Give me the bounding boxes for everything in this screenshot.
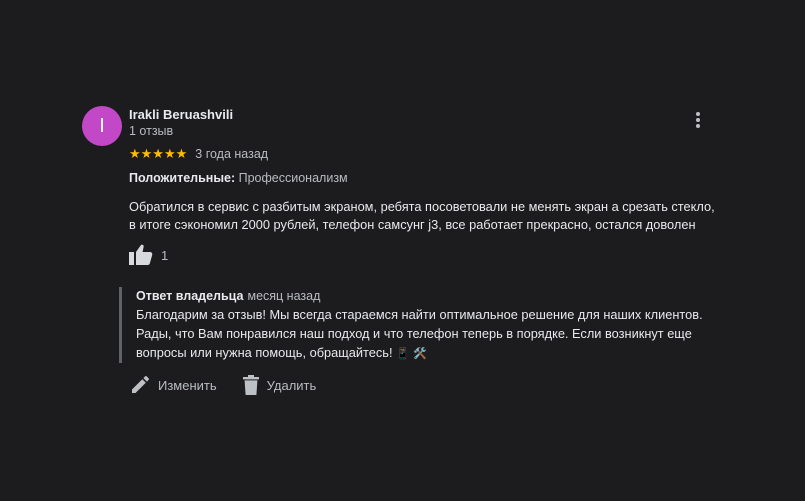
like-count: 1	[161, 247, 169, 263]
edit-label: Изменить	[158, 377, 217, 393]
author-review-count: 1 отзыв	[129, 124, 174, 138]
positive-label: Положительные:	[129, 171, 236, 185]
owner-reply-text: Благодарим за отзыв! Мы всегда стараемся…	[136, 305, 746, 363]
review-text-line: в итоге сэкономил 2000 рублей, телефон с…	[129, 217, 696, 232]
owner-reply-line: Рады, что Вам понравился наш подход и чт…	[136, 326, 692, 341]
trash-icon	[242, 375, 259, 395]
like-button[interactable]: 1	[129, 244, 168, 266]
thumbs-up-icon	[129, 244, 153, 265]
review-time: 3 года назад	[195, 147, 269, 161]
owner-reply-line: Благодарим за отзыв! Мы всегда стараемся…	[136, 307, 703, 322]
pencil-icon	[132, 376, 149, 393]
positive-aspects: Положительные: Профессионализм	[129, 171, 348, 185]
more-options-icon[interactable]	[690, 112, 706, 132]
owner-reply-label: Ответ владельца	[136, 289, 244, 303]
star-rating: ★★★★★	[129, 146, 188, 161]
owner-actions: Изменить Удалить	[130, 375, 342, 395]
positive-value: Профессионализм	[238, 171, 348, 185]
owner-reply-line: вопросы или нужна помощь, обращайтесь! 📱…	[136, 345, 427, 360]
owner-reply: Ответ владельца месяц назад Благодарим за…	[119, 287, 746, 363]
review-text-line: Обратился в сервис с разбитым экраном, р…	[129, 199, 715, 214]
edit-button[interactable]: Изменить	[130, 375, 217, 395]
owner-reply-time: месяц назад	[247, 289, 321, 303]
rating-row: ★★★★★ 3 года назад	[129, 146, 268, 162]
author-name[interactable]: Irakli Beruashvili	[129, 107, 233, 122]
owner-reply-header: Ответ владельца месяц назад	[136, 287, 746, 305]
delete-label: Удалить	[266, 377, 317, 393]
avatar[interactable]: I	[82, 106, 122, 146]
review-text: Обратился в сервис с разбитым экраном, р…	[129, 198, 739, 234]
delete-button[interactable]: Удалить	[242, 375, 317, 395]
owner-reply-emojis: 📱 🛠️	[396, 347, 427, 360]
